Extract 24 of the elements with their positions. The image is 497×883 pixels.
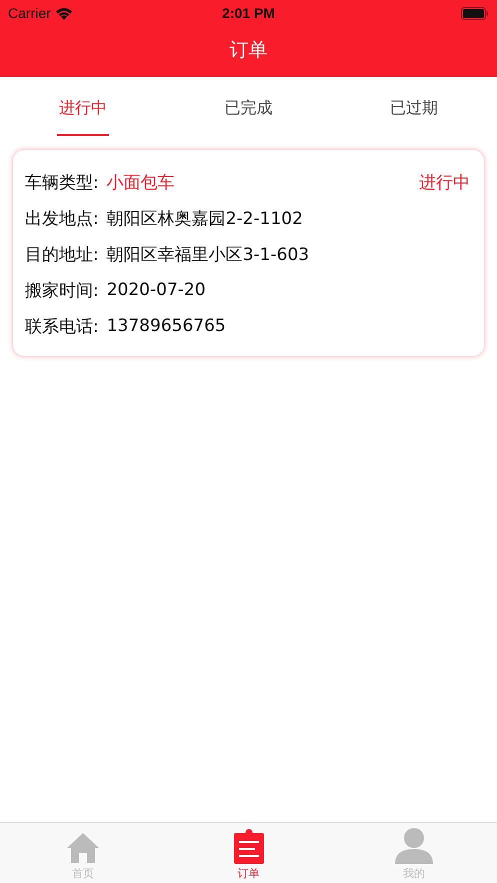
order-tab[interactable]: 已完成 [166,77,332,140]
field-value: 2020-07-20 [106,280,206,300]
field-value: 朝阳区幸福里小区3-1-603 [106,244,310,266]
carrier-label: Carrier [8,5,51,21]
clipboard-icon [234,829,264,864]
battery-icon [461,6,489,20]
order-card[interactable]: 车辆类型: 小面包车 进行中 出发地点: 朝阳区林奥嘉园2-2-1102 目的地址: 朝阳区幸福里小区3-1-603 搬家时间: 2020-07-20 联系电话: 13789656765 [12,149,485,357]
order-tab[interactable]: 已过期 [331,77,497,140]
field-value: 小面包车 [106,172,175,194]
wifi-icon [54,6,73,20]
home-icon [66,832,100,864]
order-status: 进行中 [419,172,470,194]
field-label: 车辆类型: [25,172,99,194]
status-time: 2:01 PM [222,5,275,21]
tab-bar-item[interactable]: 订单 [166,823,332,883]
person-icon [395,828,434,864]
field-value: 13789656765 [106,316,226,336]
field-label: 搬家时间: [25,280,99,302]
field-label: 目的地址: [25,244,99,266]
field-label: 出发地点: [25,208,99,230]
page-title: 订单 [230,38,268,62]
field-value: 朝阳区林奥嘉园2-2-1102 [106,208,303,230]
order-tab[interactable]: 进行中 [0,77,166,140]
field-label: 联系电话: [25,316,99,338]
